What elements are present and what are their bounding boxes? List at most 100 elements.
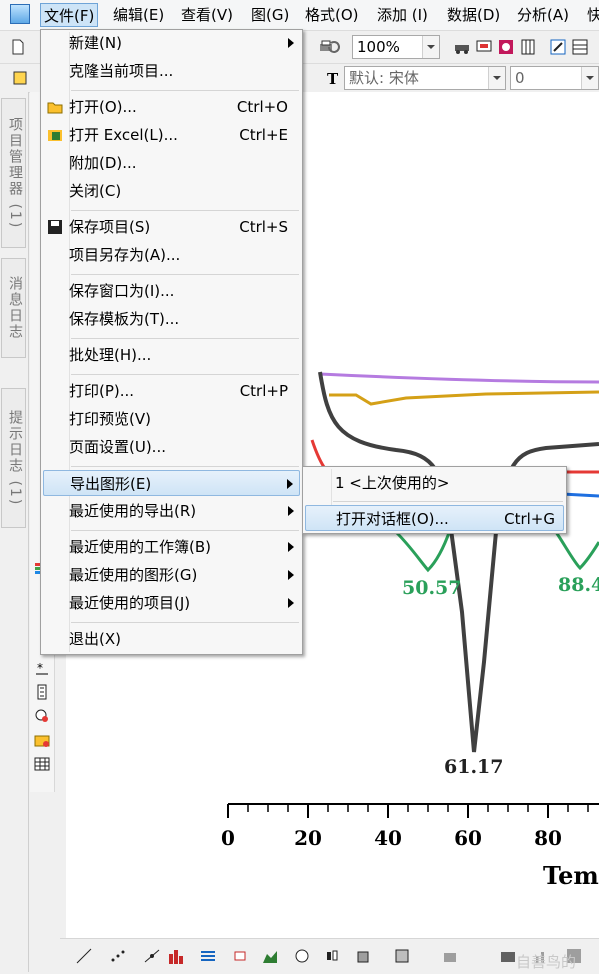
layer-icon[interactable] [442, 948, 458, 964]
file-menu-recent-exports[interactable]: 最近使用的导出(R) [43, 498, 300, 524]
palette-icon[interactable] [498, 39, 514, 55]
submenu-arrow-icon [288, 570, 294, 580]
menu-separator [71, 338, 299, 339]
submenu-arrow-icon [287, 479, 293, 489]
candlestick-icon[interactable] [324, 948, 340, 964]
table-icon[interactable] [572, 39, 588, 55]
x-tick-label: 20 [294, 826, 322, 850]
export-open-dialog[interactable]: 打开对话框(O)... Ctrl+G [305, 505, 564, 531]
bottom-toolbar: 自善鸟的 [60, 938, 599, 974]
file-menu-batch[interactable]: 批处理(H)... [43, 342, 300, 368]
folder-icon[interactable] [34, 732, 50, 748]
refresh-icon[interactable] [326, 39, 342, 55]
annotation-peak-3: 88.4 [558, 574, 599, 596]
polar-chart-icon[interactable] [294, 948, 310, 964]
menu-separator [71, 90, 299, 91]
file-menu: 新建(N) 克隆当前项目... 打开(O)... Ctrl+O 打开 Excel(… [40, 29, 303, 655]
box-chart-icon[interactable] [232, 948, 248, 964]
side-tabs-panel: 项目管理器 (1) 消息日志 提示日志 (1) [0, 92, 29, 972]
file-menu-close[interactable]: 关闭(C) [43, 178, 300, 204]
app-icon[interactable] [10, 4, 30, 24]
file-menu-recent-graphs[interactable]: 最近使用的图形(G) [43, 562, 300, 588]
excel-icon [48, 130, 62, 141]
save-disk-icon [48, 220, 62, 234]
file-menu-clone-project[interactable]: 克隆当前项目... [43, 58, 300, 84]
menu-insert[interactable]: 添加 (I) [374, 3, 431, 27]
menu-separator [333, 501, 563, 502]
menu-quick[interactable]: 快 [584, 3, 599, 27]
edit-icon[interactable] [550, 39, 566, 55]
car-icon[interactable] [454, 39, 470, 55]
template-icon[interactable] [394, 948, 410, 964]
file-menu-save-template-as[interactable]: 保存模板为(T)... [43, 306, 300, 332]
menu-edit[interactable]: 编辑(E) [110, 3, 167, 27]
menu-view[interactable]: 查看(V) [178, 3, 236, 27]
columns-icon[interactable] [520, 39, 536, 55]
multi-line-icon[interactable] [200, 948, 216, 964]
file-menu-page-setup[interactable]: 页面设置(U)... [43, 434, 300, 460]
file-menu-append[interactable]: 附加(D)... [43, 150, 300, 176]
grid-icon[interactable] [34, 756, 50, 772]
annotation-peak-1: 50.57 [402, 577, 462, 599]
line-tool-icon[interactable] [76, 948, 92, 964]
zoom-data-icon[interactable] [34, 708, 50, 724]
menu-format[interactable]: 格式(O) [302, 3, 362, 27]
brush-icon[interactable] [12, 70, 28, 86]
x-tick-label: 40 [374, 826, 402, 850]
x-tick-label: 0 [221, 826, 235, 850]
watermark: 自善鸟的 [516, 953, 577, 971]
svg-text:*: * [37, 661, 43, 675]
menu-separator [71, 210, 299, 211]
font-icon[interactable]: T [326, 70, 342, 86]
menu-file[interactable]: 文件(F) [40, 3, 99, 27]
scatter-tool-icon[interactable] [110, 948, 126, 964]
menu-graph[interactable]: 图(G) [248, 3, 292, 27]
asterisk-icon[interactable]: * [34, 660, 50, 676]
menu-analysis[interactable]: 分析(A) [514, 3, 572, 27]
screen-icon[interactable] [476, 39, 492, 55]
series-purple-line [319, 372, 599, 384]
file-menu-save-project-as[interactable]: 项目另存为(A)... [43, 242, 300, 268]
submenu-arrow-icon [288, 38, 294, 48]
x-tick-label: 80 [534, 826, 562, 850]
zoom-combo[interactable]: 100% [352, 35, 440, 59]
menu-separator [71, 374, 299, 375]
submenu-arrow-icon [288, 542, 294, 552]
file-menu-save-window-as[interactable]: 保存窗口为(I)... [43, 278, 300, 304]
file-menu-exit[interactable]: 退出(X) [43, 626, 300, 652]
bar-chart-icon[interactable] [168, 948, 184, 964]
dots-column-icon[interactable] [34, 684, 50, 700]
series-green-line [394, 529, 452, 573]
x-axis-ticks: 0 20 40 60 80 [221, 804, 589, 850]
file-menu-recent-projects[interactable]: 最近使用的项目(J) [43, 590, 300, 616]
font-size-combo[interactable]: 0 [510, 66, 599, 90]
menu-data[interactable]: 数据(D) [444, 3, 503, 27]
x-axis-label: Tem [543, 861, 599, 890]
3d-chart-icon[interactable] [356, 948, 372, 964]
file-menu-new[interactable]: 新建(N) [43, 30, 300, 56]
area-chart-icon[interactable] [262, 948, 278, 964]
matrix-icon[interactable] [500, 948, 516, 964]
series-gray-line [318, 371, 599, 753]
line-symbol-tool-icon[interactable] [144, 948, 160, 964]
file-menu-print[interactable]: 打印(P)... Ctrl+P [43, 378, 300, 404]
file-menu-open-excel[interactable]: 打开 Excel(L)... Ctrl+E [43, 122, 300, 148]
new-file-icon[interactable] [10, 39, 26, 55]
open-folder-icon [47, 102, 63, 114]
menu-separator [71, 274, 299, 275]
x-tick-label: 60 [454, 826, 482, 850]
submenu-arrow-icon [288, 506, 294, 516]
export-last-used[interactable]: 1 <上次使用的> [305, 470, 564, 496]
file-menu-recent-workbooks[interactable]: 最近使用的工作簿(B) [43, 534, 300, 560]
file-menu-open[interactable]: 打开(O)... Ctrl+O [43, 94, 300, 120]
file-menu-print-preview[interactable]: 打印预览(V) [43, 406, 300, 432]
file-menu-save-project[interactable]: 保存项目(S) Ctrl+S [43, 214, 300, 240]
series-gold-line [329, 390, 599, 406]
tab-hint-log[interactable]: 提示日志 (1) [1, 388, 26, 528]
file-menu-export-graph[interactable]: 导出图形(E) [43, 470, 300, 496]
tab-message-log[interactable]: 消息日志 [1, 258, 26, 358]
menu-separator [71, 466, 299, 467]
menu-separator [71, 530, 299, 531]
font-name-combo[interactable]: 默认: 宋体 [344, 66, 506, 90]
tab-project-manager[interactable]: 项目管理器 (1) [1, 98, 26, 248]
